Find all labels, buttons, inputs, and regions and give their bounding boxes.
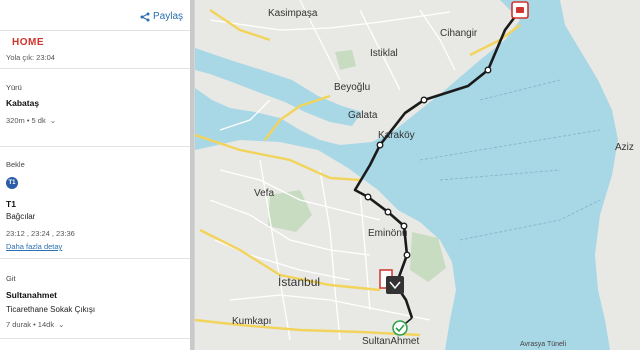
go-detail-toggle[interactable]: 7 durak • 14dk ⌄ (6, 320, 64, 329)
map-label-karakoy: Karaköy (378, 130, 415, 141)
tram-line-name: T1 (6, 199, 16, 209)
panel-scrollbar[interactable] (190, 0, 194, 350)
map-label-beyoglu: Beyoğlu (334, 82, 370, 93)
map-label-kumkapi: Kumkapı (232, 316, 271, 327)
route-stop (403, 251, 411, 259)
route-stop (376, 141, 384, 149)
destination-marker[interactable] (392, 320, 408, 336)
divider (0, 338, 190, 339)
map-label-aziz: Aziz (615, 142, 634, 153)
walk-detail-toggle[interactable]: 320m • 5 dk ⌄ (6, 116, 56, 125)
route-stop (484, 66, 492, 74)
tram-times: 23:12 , 23:24 , 23:36 (6, 229, 75, 238)
more-details-link[interactable]: Daha fazla detay (6, 242, 62, 251)
map-label-tunnel: Avrasya Tüneli (520, 341, 566, 348)
directions-panel: Paylaş HOME Yola çık: 23:04 Yürü Kabataş… (0, 0, 195, 350)
go-exit-name: Ticarethane Sokak Çıkışı (6, 305, 96, 314)
map-label-cihangir: Cihangir (440, 28, 478, 39)
depart-time: Yola çık: 23:04 (6, 53, 55, 62)
map-canvas: Kasimpaşa Cihangir Istiklal Beyoğlu Gala… (195, 0, 640, 350)
step-mode-go: Git (6, 274, 16, 283)
chevron-down-icon: ⌄ (49, 116, 57, 125)
go-stop-name: Sultanahmet (6, 290, 58, 300)
home-annotation: HOME (12, 37, 44, 48)
share-icon (140, 12, 150, 21)
tram-icon (516, 7, 524, 13)
map-label-istiklal: Istiklal (370, 48, 398, 59)
tram-destination: Bağcılar (6, 212, 36, 221)
divider (0, 146, 190, 147)
chevron-down-icon: ⌄ (58, 320, 65, 329)
map-label-vefa: Vefa (254, 188, 274, 199)
walk-detail: 320m • 5 dk (6, 116, 46, 125)
route-stop (384, 208, 392, 216)
step-mode-walk: Yürü (6, 83, 22, 92)
map-label-kasimpasa: Kasimpaşa (268, 8, 318, 19)
map-label-sultanahmet: SultanAhmet (362, 336, 419, 347)
share-label: Paylaş (153, 11, 184, 22)
go-detail: 7 durak • 14dk (6, 320, 55, 329)
walk-destination: Kabataş (6, 98, 40, 108)
divider (0, 30, 190, 31)
map-view[interactable]: Kasimpaşa Cihangir Istiklal Beyoğlu Gala… (195, 0, 640, 350)
divider (0, 258, 190, 259)
tram-line-badge: T1 (6, 177, 18, 189)
map-label-eminonu: Eminönü (368, 228, 407, 239)
map-label-istanbul: İstanbul (278, 275, 320, 289)
share-button[interactable]: Paylaş (140, 11, 183, 22)
route-stop (420, 96, 428, 104)
start-marker[interactable] (511, 1, 529, 19)
route-stop (364, 193, 372, 201)
divider (0, 68, 190, 69)
map-label-galata: Galata (348, 110, 378, 121)
step-mode-wait: Bekle (6, 160, 25, 169)
